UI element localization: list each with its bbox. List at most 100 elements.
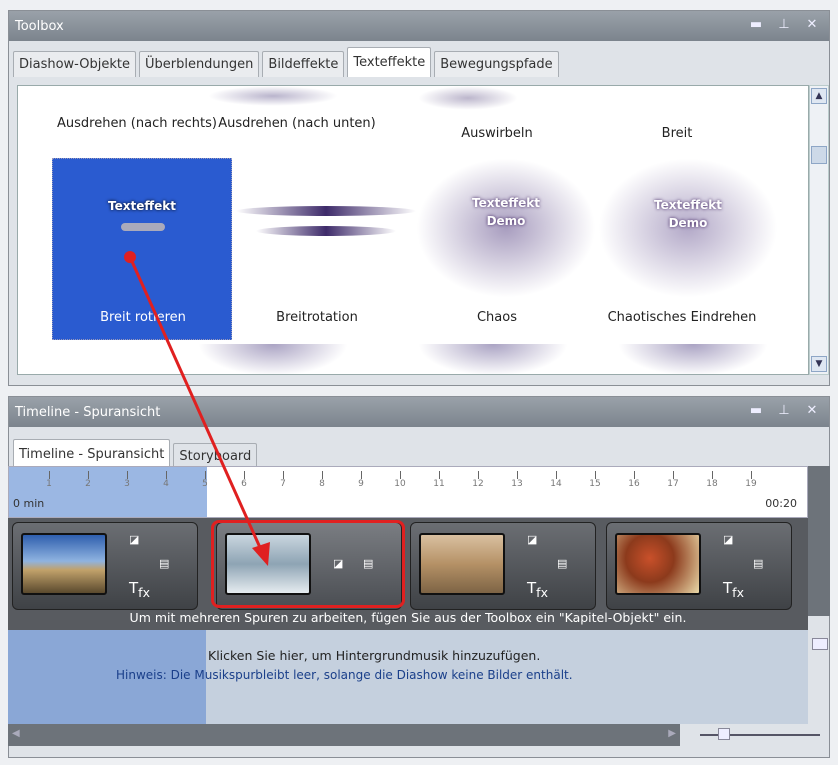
music-hint-line1: Klicken Sie hier, um Hintergrundmusik hi… [208, 648, 541, 663]
ruler-tick [634, 471, 635, 479]
effect-label-auswirbeln[interactable]: Auswirbeln [408, 126, 586, 141]
partial-thumb [418, 86, 518, 110]
ruler-tick-label: 6 [241, 479, 247, 489]
ruler-tick [439, 471, 440, 479]
effect-label-chaos[interactable]: Chaos [408, 310, 586, 325]
image-effect-icon[interactable]: ◪ [129, 533, 139, 546]
effect-chaotisches-eindrehen-thumb[interactable]: Texteffekt Demo [598, 158, 778, 298]
ruler-tick [751, 471, 752, 479]
ruler-tick-label: 19 [745, 479, 757, 489]
music-hint-line2: Hinweis: Die Musikspurbleibt leer, solan… [116, 668, 573, 682]
preview-text: Texteffekt [108, 199, 176, 213]
ruler-tick [400, 471, 401, 479]
tab-diashow-objekte[interactable]: Diashow-Objekte [13, 51, 136, 77]
timeline-side-scroll[interactable] [808, 466, 830, 616]
tab-ueberblendungen[interactable]: Überblendungen [138, 51, 260, 77]
preview-band [256, 226, 396, 236]
effect-label-breit[interactable]: Breit [588, 126, 766, 141]
text-effect-icon[interactable]: Tfx [129, 579, 150, 600]
ruler-start-label: 0 min [13, 497, 45, 510]
ruler-tick [88, 471, 89, 479]
scroll-left-icon[interactable]: ◀ [12, 728, 20, 739]
ruler-tick [595, 471, 596, 479]
zoom-slider-horizontal[interactable] [696, 724, 826, 746]
slide-zebra[interactable]: ◪ ▤ Tfx [410, 522, 596, 610]
pin-icon[interactable]: ⊥ [777, 403, 791, 418]
text-effect-icon[interactable]: Tfx [723, 579, 744, 600]
preview-swirl [121, 223, 165, 231]
effect-label-breit-rotieren[interactable]: Breit rotieren [54, 310, 232, 325]
chapter-hint: Um mit mehreren Spuren zu arbeiten, füge… [129, 610, 687, 625]
partial-thumb [418, 344, 568, 374]
ruler-tick-label: 17 [667, 479, 679, 489]
slide-autumn[interactable]: ◪ ▤ Tfx [606, 522, 792, 610]
ruler-tick [205, 471, 206, 479]
caption-icon[interactable]: ▤ [159, 557, 169, 570]
toolbox-vertical-scrollbar[interactable]: ▲ ▼ [809, 85, 829, 375]
ruler-tick-label: 13 [511, 479, 523, 489]
ruler-tick [127, 471, 128, 479]
zoom-thumb[interactable] [718, 728, 730, 740]
scroll-down-icon[interactable]: ▼ [811, 356, 827, 372]
minimize-icon[interactable]: ▬ [749, 403, 763, 418]
toolbox-title: Toolbox [15, 18, 64, 34]
zoom-slider-vertical[interactable] [810, 620, 830, 724]
ruler-tick [712, 471, 713, 479]
close-icon[interactable]: ✕ [805, 403, 819, 418]
image-effect-icon[interactable]: ◪ [527, 533, 537, 546]
ruler-tick-label: 7 [280, 479, 286, 489]
ruler-tick [283, 471, 284, 479]
ruler-tick-label: 10 [394, 479, 406, 489]
scroll-right-icon[interactable]: ▶ [668, 728, 676, 739]
effect-label-ausdrehen-unten[interactable]: Ausdrehen (nach unten) [208, 116, 386, 131]
slide-horses[interactable]: ◪ ▤ Tfx [12, 522, 198, 610]
minimize-icon[interactable]: ▬ [749, 17, 763, 32]
timeline-titlebar: Timeline - Spuransicht ▬ ⊥ ✕ [9, 397, 829, 427]
toolbox-tabs: Diashow-Objekte Überblendungen Bildeffek… [13, 47, 559, 77]
caption-icon[interactable]: ▤ [753, 557, 763, 570]
effect-label-chaotisches-eindrehen[interactable]: Chaotisches Eindrehen [582, 310, 782, 325]
drop-target-highlight [211, 520, 405, 608]
ruler-tick [49, 471, 50, 479]
effect-label-breitrotation[interactable]: Breitrotation [228, 310, 406, 325]
text-effect-icon[interactable]: Tfx [527, 579, 548, 600]
caption-icon[interactable]: ▤ [557, 557, 567, 570]
music-track[interactable]: Klicken Sie hier, um Hintergrundmusik hi… [8, 630, 808, 724]
ruler-tick-label: 9 [358, 479, 364, 489]
preview-band [236, 206, 416, 216]
ruler-tick-label: 11 [433, 479, 445, 489]
scroll-up-icon[interactable]: ▲ [811, 88, 827, 104]
ruler-tick-label: 3 [124, 479, 130, 489]
image-effect-icon[interactable]: ◪ [723, 533, 733, 546]
tab-timeline-spuransicht[interactable]: Timeline - Spuransicht [13, 439, 171, 469]
ruler-tick-label: 8 [319, 479, 325, 489]
timeline-horizontal-scrollbar[interactable]: ◀ ▶ [8, 724, 680, 746]
image-track[interactable]: ◪ ▤ Tfx ◪ ▤ ◪ ▤ Tfx ◪ ▤ Tfx Um mit mehre… [8, 518, 808, 630]
ruler-tick-label: 4 [163, 479, 169, 489]
ruler-tick-label: 5 [202, 479, 208, 489]
timeline-title: Timeline - Spuransicht [15, 404, 161, 420]
effect-label-ausdrehen-rechts[interactable]: Ausdrehen (nach rechts) [48, 116, 226, 131]
effect-breitrotation-thumb[interactable] [236, 166, 416, 306]
ruler-tick-label: 18 [706, 479, 718, 489]
tab-bildeffekte[interactable]: Bildeffekte [262, 51, 345, 77]
effect-chaos-thumb[interactable]: Texteffekt Demo [416, 158, 596, 298]
ruler-tick-label: 12 [472, 479, 484, 489]
ruler-tick [556, 471, 557, 479]
ruler-tick [478, 471, 479, 479]
toolbox-panel: Toolbox ▬ ⊥ ✕ Diashow-Objekte Überblendu… [8, 10, 830, 386]
preview-text: Demo [486, 214, 526, 228]
slide-image [419, 533, 505, 595]
partial-thumb [618, 344, 768, 374]
partial-thumb [208, 86, 338, 106]
tab-bewegungspfade[interactable]: Bewegungspfade [434, 51, 559, 77]
slide-image [615, 533, 701, 595]
pin-icon[interactable]: ⊥ [777, 17, 791, 32]
close-icon[interactable]: ✕ [805, 17, 819, 32]
ruler-tick [244, 471, 245, 479]
tab-texteffekte[interactable]: Texteffekte [347, 47, 432, 77]
zoom-thumb[interactable] [812, 638, 828, 650]
scroll-thumb[interactable] [811, 146, 827, 164]
timeline-ruler[interactable]: 0 min 00:20 1 2 3 4 5 6 7 8 9 10 11 12 13 14 15 16 17 18 1… [8, 466, 808, 518]
ruler-end-label: 00:20 [765, 497, 797, 510]
